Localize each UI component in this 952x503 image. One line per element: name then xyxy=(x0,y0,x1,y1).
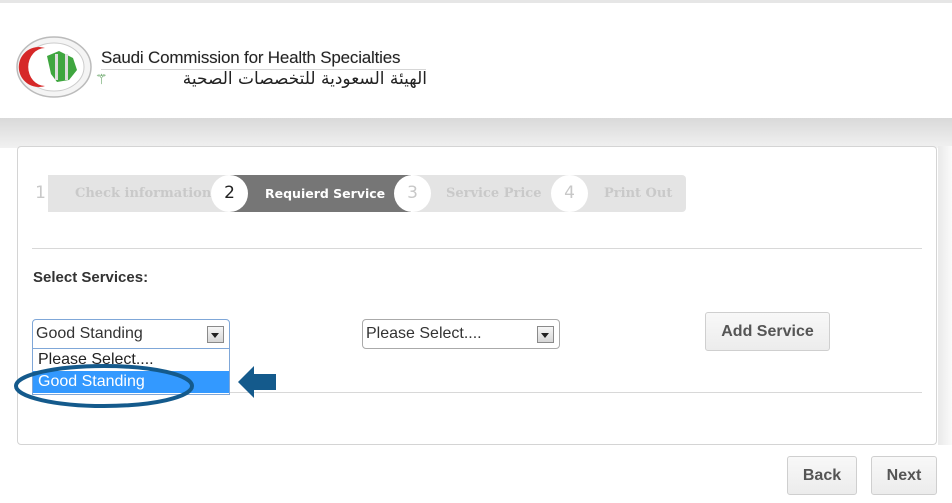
service-dropdown-list: Please Select.... Good Standing xyxy=(32,349,230,395)
sub-service-select[interactable]: Please Select.... xyxy=(362,319,560,349)
section-divider xyxy=(32,248,922,249)
org-name-arabic: الهيئة السعودية للتخصصات الصحية xyxy=(182,69,427,89)
step-print-out[interactable]: 4 Print Out xyxy=(551,175,686,212)
step-number: 2 xyxy=(211,175,248,212)
option-good-standing[interactable]: Good Standing xyxy=(33,371,229,393)
step-check-information[interactable]: 1 Check information xyxy=(30,175,230,212)
step-label: Requierd Service xyxy=(265,186,386,201)
step-label: Check information xyxy=(75,186,212,201)
step-label: Print Out xyxy=(604,186,673,201)
palm-swords-emblem-icon: ⚚ xyxy=(95,71,108,87)
service-select[interactable]: Good Standing xyxy=(32,319,230,349)
step-required-service[interactable]: 2 Requierd Service xyxy=(211,175,411,212)
service-select-value: Good Standing xyxy=(36,325,143,342)
chevron-down-icon[interactable] xyxy=(207,326,224,343)
step-label: Service Price xyxy=(446,186,542,201)
back-button[interactable]: Back xyxy=(787,456,857,495)
right-shadow xyxy=(938,146,952,445)
org-name-english: Saudi Commission for Health Specialties xyxy=(101,48,401,67)
step-number: 3 xyxy=(394,175,431,212)
site-header: Saudi Commission for Health Specialties … xyxy=(0,3,952,118)
sub-service-select-value: Please Select.... xyxy=(366,325,482,342)
section-divider-bottom xyxy=(230,392,922,393)
add-service-button[interactable]: Add Service xyxy=(705,312,830,351)
next-button[interactable]: Next xyxy=(871,456,937,495)
header-shadow-band xyxy=(0,118,952,148)
schs-logo-icon[interactable] xyxy=(15,36,93,98)
select-services-label: Select Services: xyxy=(33,269,149,286)
step-number: 4 xyxy=(551,175,588,212)
step-service-price[interactable]: 3 Service Price xyxy=(394,175,569,212)
option-please-select[interactable]: Please Select.... xyxy=(33,349,229,370)
step-number: 1 xyxy=(35,183,46,203)
chevron-down-icon[interactable] xyxy=(537,326,554,343)
